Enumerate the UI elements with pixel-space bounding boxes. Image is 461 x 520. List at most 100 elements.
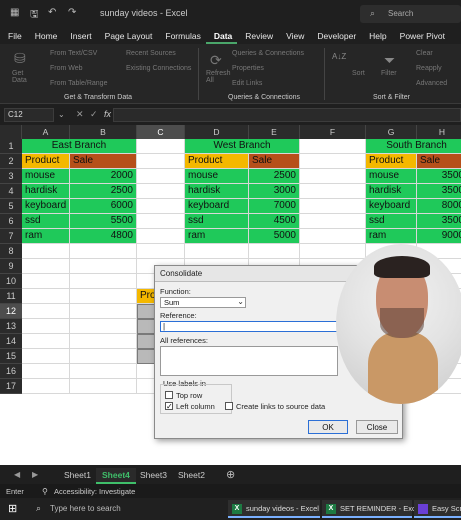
- branch-title[interactable]: East Branch: [22, 139, 137, 154]
- grid-cell[interactable]: [185, 244, 249, 259]
- grid-cell[interactable]: [70, 349, 137, 364]
- grid-cell[interactable]: [300, 154, 366, 169]
- reapply-button[interactable]: Reapply: [416, 65, 442, 72]
- fx-icon[interactable]: fx: [104, 109, 111, 119]
- sort-az-icon[interactable]: A↓Z: [332, 52, 346, 61]
- column-header[interactable]: G: [366, 125, 417, 139]
- sheet-tab[interactable]: Sheet1: [58, 468, 97, 482]
- grid-cell[interactable]: [137, 184, 185, 199]
- product-cell[interactable]: keyboard: [22, 199, 70, 214]
- product-cell[interactable]: ram: [22, 229, 70, 244]
- sale-cell[interactable]: 8000: [417, 199, 461, 214]
- menu-item-formulas[interactable]: Formulas: [157, 28, 205, 44]
- row-header[interactable]: 12: [0, 304, 22, 319]
- from-web-button[interactable]: From Web: [50, 65, 83, 72]
- sale-cell[interactable]: 2500: [70, 184, 137, 199]
- grid-cell[interactable]: [300, 244, 366, 259]
- left-column-checkbox[interactable]: ✓: [165, 402, 173, 411]
- row-header[interactable]: 1: [0, 139, 22, 154]
- column-header[interactable]: H: [417, 125, 461, 139]
- filter-button[interactable]: Filter: [381, 70, 397, 77]
- enter-icon[interactable]: ✓: [90, 109, 98, 120]
- menu-item-home[interactable]: Home: [27, 28, 63, 44]
- grid-cell[interactable]: [22, 274, 70, 289]
- name-box-dropdown-icon[interactable]: ⌄: [58, 110, 65, 119]
- undo-icon[interactable]: ↶: [48, 7, 56, 18]
- sale-cell[interactable]: 5000: [249, 229, 300, 244]
- formula-input[interactable]: [113, 108, 461, 122]
- get-data-button[interactable]: Get Data: [12, 70, 27, 84]
- from-text-button[interactable]: From Text/CSV: [50, 50, 97, 57]
- sale-cell[interactable]: 5500: [70, 214, 137, 229]
- top-row-checkbox[interactable]: [165, 391, 173, 399]
- product-header[interactable]: Product: [366, 154, 417, 169]
- advanced-button[interactable]: Advanced: [416, 80, 447, 87]
- product-cell[interactable]: hardisk: [22, 184, 70, 199]
- row-header[interactable]: 7: [0, 229, 22, 244]
- grid-cell[interactable]: [137, 169, 185, 184]
- column-header[interactable]: D: [185, 125, 249, 139]
- grid-cell[interactable]: [22, 259, 70, 274]
- column-header[interactable]: E: [249, 125, 300, 139]
- grid-cell[interactable]: [300, 184, 366, 199]
- branch-title[interactable]: South Branch: [366, 139, 461, 154]
- row-header[interactable]: 3: [0, 169, 22, 184]
- grid-cell[interactable]: [22, 379, 70, 394]
- product-cell[interactable]: keyboard: [185, 199, 249, 214]
- menu-item-page-layout[interactable]: Page Layout: [97, 28, 158, 44]
- grid-cell[interactable]: [22, 349, 70, 364]
- ok-button[interactable]: OK: [308, 420, 348, 434]
- add-sheet-icon[interactable]: ⊕: [226, 468, 235, 481]
- sale-header[interactable]: Sale: [70, 154, 137, 169]
- grid-cell[interactable]: [300, 199, 366, 214]
- existing-connections-button[interactable]: Existing Connections: [126, 65, 191, 72]
- product-cell[interactable]: hardisk: [366, 184, 417, 199]
- grid-cell[interactable]: [137, 154, 185, 169]
- sale-cell[interactable]: 3500: [417, 214, 461, 229]
- accessibility-status[interactable]: Accessibility: Investigate: [54, 487, 135, 496]
- all-references-list[interactable]: [160, 346, 338, 376]
- refresh-all-button[interactable]: Refresh All: [206, 70, 231, 84]
- sheet-tab[interactable]: Sheet3: [134, 468, 173, 482]
- sale-cell[interactable]: 4800: [70, 229, 137, 244]
- from-table-button[interactable]: From Table/Range: [50, 80, 107, 87]
- sale-header[interactable]: Sale: [417, 154, 461, 169]
- function-select[interactable]: Sum ⌄: [160, 297, 246, 308]
- grid-cell[interactable]: [300, 214, 366, 229]
- search-box[interactable]: ⌕ Search: [360, 5, 461, 23]
- menu-item-review[interactable]: Review: [237, 28, 278, 44]
- sale-cell[interactable]: 3500: [417, 184, 461, 199]
- create-links-checkbox[interactable]: [225, 402, 233, 410]
- grid-cell[interactable]: [70, 259, 137, 274]
- grid-cell[interactable]: [137, 214, 185, 229]
- sheet-tab[interactable]: Sheet2: [172, 468, 211, 482]
- product-cell[interactable]: ssd: [185, 214, 249, 229]
- sale-cell[interactable]: 2000: [70, 169, 137, 184]
- taskbar-screen-recorder[interactable]: Easy Scr: [414, 500, 461, 518]
- grid-cell[interactable]: [70, 304, 137, 319]
- clear-button[interactable]: Clear: [416, 50, 433, 57]
- row-header[interactable]: 11: [0, 289, 22, 304]
- sale-cell[interactable]: 7000: [249, 199, 300, 214]
- row-header[interactable]: 2: [0, 154, 22, 169]
- row-header[interactable]: 15: [0, 349, 22, 364]
- properties-button[interactable]: Properties: [232, 65, 264, 72]
- product-cell[interactable]: ssd: [22, 214, 70, 229]
- grid-cell[interactable]: [22, 319, 70, 334]
- product-cell[interactable]: keyboard: [366, 199, 417, 214]
- windows-start-icon[interactable]: ⊞: [8, 502, 17, 515]
- sale-cell[interactable]: 3000: [249, 184, 300, 199]
- grid-cell[interactable]: [70, 244, 137, 259]
- sheet-tab-active[interactable]: Sheet4: [96, 468, 136, 484]
- name-box[interactable]: C12: [4, 108, 54, 122]
- product-cell[interactable]: ram: [366, 229, 417, 244]
- sale-cell[interactable]: 6000: [70, 199, 137, 214]
- select-all-corner[interactable]: [0, 125, 22, 139]
- grid-cell[interactable]: [70, 379, 137, 394]
- sale-cell[interactable]: 9000: [417, 229, 461, 244]
- product-cell[interactable]: mouse: [22, 169, 70, 184]
- menu-item-file[interactable]: File: [0, 28, 27, 44]
- edit-links-button[interactable]: Edit Links: [232, 80, 262, 87]
- scroll-left-icon[interactable]: ◀: [14, 470, 20, 479]
- column-header[interactable]: B: [70, 125, 137, 139]
